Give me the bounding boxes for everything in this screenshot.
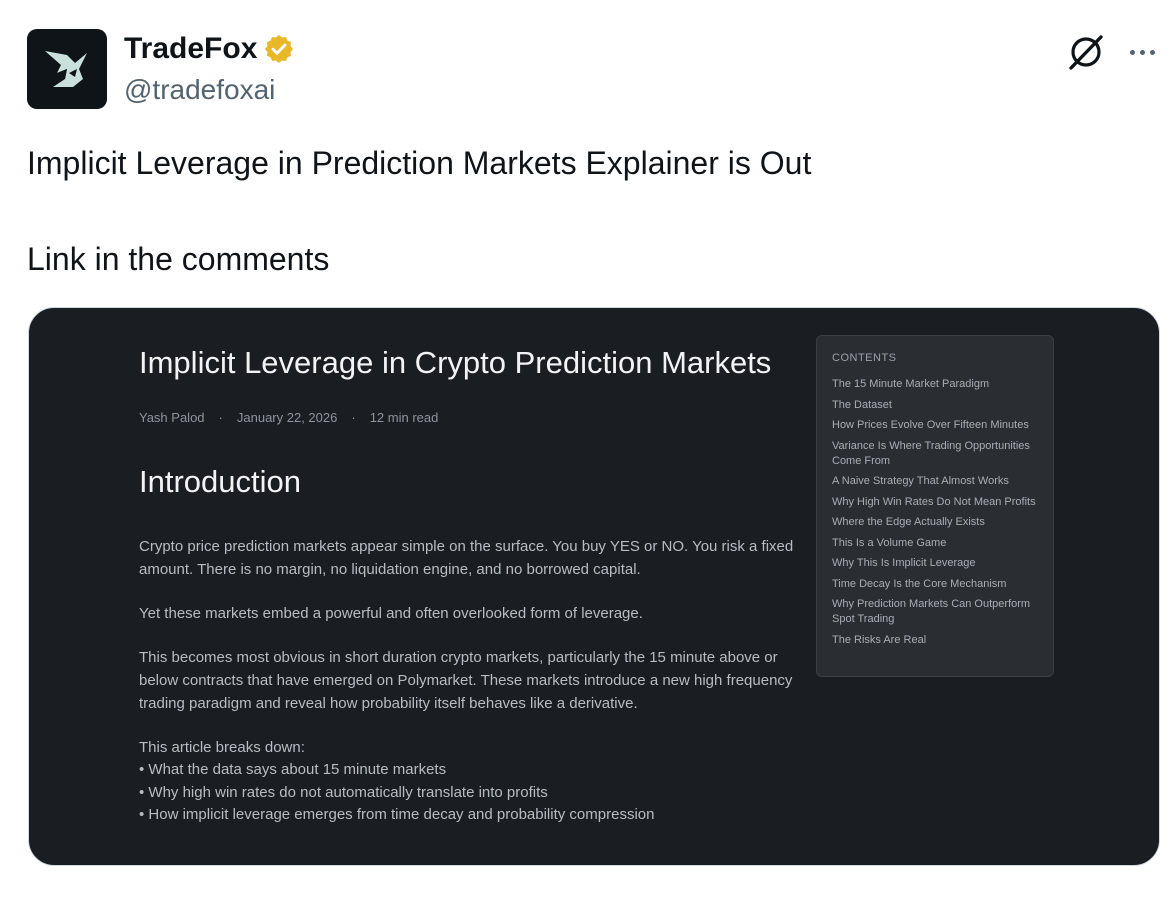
toc-item: Why Prediction Markets Can Outperform Sp… [832, 598, 1031, 625]
toc-list: The 15 Minute Market Paradigm The Datase… [832, 377, 1042, 653]
article-read-time: 12 min read [369, 410, 439, 425]
article-date: January 22, 2026 [236, 410, 338, 425]
avatar[interactable] [27, 29, 107, 109]
more-icon[interactable] [1124, 34, 1160, 70]
toc-item: The 15 Minute Market Paradigm [832, 378, 990, 390]
tweet-line: Implicit Leverage in Prediction Markets … [27, 145, 812, 181]
meta-separator: · [218, 410, 223, 425]
author-handle[interactable]: @tradefoxai [124, 72, 275, 108]
bullet-item: How implicit leverage emerges from time … [139, 804, 799, 827]
grok-glyph-icon [1069, 35, 1103, 70]
grok-icon[interactable] [1066, 32, 1106, 72]
toc-item: This Is a Volume Game [832, 536, 947, 549]
toc-heading: CONTENTS [832, 352, 897, 364]
bullet-item: Why high win rates do not automatically … [139, 782, 799, 805]
article-title: Implicit Leverage in Crypto Prediction M… [139, 345, 772, 380]
bullet-item: What the data says about 15 minute marke… [139, 759, 799, 782]
table-of-contents: CONTENTS The 15 Minute Market Paradigm T… [816, 335, 1054, 677]
more-dot-icon [1129, 49, 1135, 55]
article-meta: Yash Palod · January 22, 2026 · 12 min r… [139, 410, 799, 425]
toc-item: Why High Win Rates Do Not Mean Profits [832, 495, 1036, 508]
more-dot-icon [1149, 49, 1155, 55]
meta-separator: · [351, 410, 356, 425]
article-paragraph: This article breaks down: [139, 739, 305, 756]
article-body: Implicit Leverage in Crypto Prediction M… [139, 338, 799, 827]
media-image[interactable]: Implicit Leverage in Crypto Prediction M… [28, 307, 1160, 866]
toc-item: Why This Is Implicit Leverage [832, 557, 976, 569]
article-paragraph: Crypto price prediction markets appear s… [139, 538, 794, 578]
toc-item: The Dataset [832, 398, 892, 411]
tweet-text: Implicit Leverage in Prediction Markets … [27, 143, 1147, 279]
toc-item: Time Decay Is the Core Mechanism [832, 577, 1007, 590]
verified-badge-icon [265, 35, 294, 63]
toc-item: The Risks Are Real [832, 633, 927, 646]
toc-item: How Prices Evolve Over Fifteen Minutes [832, 419, 1029, 431]
section-heading: Introduction [139, 464, 301, 499]
fox-logo-icon [45, 51, 87, 87]
more-dot-icon [1139, 49, 1145, 55]
article-paragraph: Yet these markets embed a powerful and o… [139, 605, 643, 622]
author-name-row: TradeFox [124, 30, 295, 68]
article-author: Yash Palod [139, 410, 205, 425]
toc-item: A Naive Strategy That Almost Works [832, 475, 1009, 487]
author-name[interactable]: TradeFox [124, 30, 257, 68]
article-bullets: What the data says about 15 minute marke… [139, 759, 799, 827]
article-paragraph: This becomes most obvious in short durat… [139, 649, 793, 712]
toc-item: Variance Is Where Trading Opportunities … [832, 439, 1030, 467]
tweet-line: Link in the comments [27, 241, 330, 277]
toc-item: Where the Edge Actually Exists [832, 516, 985, 528]
